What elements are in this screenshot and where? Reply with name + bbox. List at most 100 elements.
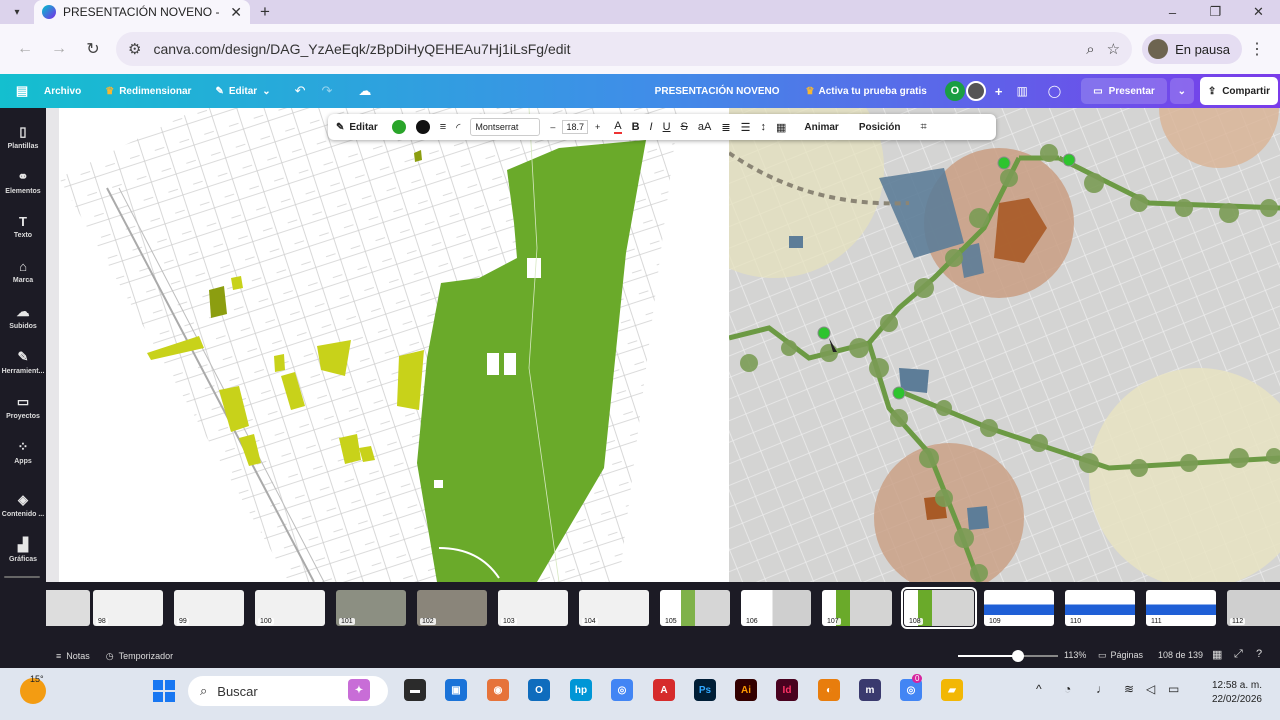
copilot-app-icon[interactable]: ✦ xyxy=(348,679,370,701)
transparency-icon[interactable]: ▦ xyxy=(776,121,786,134)
insights-icon[interactable]: ▥ xyxy=(1016,84,1027,98)
page-thumbnail[interactable]: 101 xyxy=(336,590,406,626)
page-thumbnail[interactable]: 99 xyxy=(174,590,244,626)
forward-arrow-icon[interactable]: → xyxy=(42,32,76,66)
tab-search-chevron-icon[interactable]: ▾ xyxy=(0,0,34,24)
sidebar-item-elements[interactable]: ⚭ Elementos xyxy=(0,169,46,195)
fullscreen-icon[interactable]: ⤢ xyxy=(1234,648,1243,661)
acrobat-icon[interactable]: A xyxy=(653,679,675,701)
page-thumbnail[interactable]: 111 xyxy=(1146,590,1216,626)
font-size-decrease[interactable]: – xyxy=(550,122,555,132)
sidebar-item-text[interactable]: T Texto xyxy=(0,214,46,239)
font-size-value[interactable]: 18.7 xyxy=(562,120,588,134)
wifi-icon[interactable]: ≋ xyxy=(1124,682,1134,696)
document-title[interactable]: PRESENTACIÓN NOVENO xyxy=(655,86,780,97)
land-use-map[interactable] xyxy=(59,108,729,582)
sidebar-toggle-icon[interactable]: ▤ xyxy=(0,83,44,99)
present-dropdown-icon[interactable]: ⌄ xyxy=(1169,78,1194,104)
font-size-increase[interactable]: + xyxy=(595,122,600,132)
bold-button[interactable]: B xyxy=(632,121,640,133)
sidebar-item-charts[interactable]: ▟ Gráficas xyxy=(0,537,46,563)
microphone-icon[interactable]: ♩ xyxy=(1096,682,1108,696)
profile-chip[interactable]: En pausa xyxy=(1142,34,1242,64)
position-button[interactable]: Posición xyxy=(859,122,901,133)
page-thumbnail[interactable]: 109 xyxy=(984,590,1054,626)
border-style-icon[interactable]: ≡ xyxy=(440,121,446,133)
task-view-icon[interactable]: ▬ xyxy=(404,679,426,701)
corner-rounding-icon[interactable]: ◜ xyxy=(456,121,460,134)
bookmark-star-icon[interactable]: ☆ xyxy=(1107,40,1120,58)
grid-view-icon[interactable]: ▦ xyxy=(1212,648,1222,661)
battery-icon[interactable]: ▭ xyxy=(1168,682,1179,696)
page-thumbnail[interactable]: 98 xyxy=(93,590,163,626)
sidebar-item-apps[interactable]: ⁘ Apps xyxy=(0,439,46,465)
zoom-magnifier-icon[interactable]: ⌕ xyxy=(1086,41,1094,58)
trial-button[interactable]: ♛ Activa tu prueba gratis xyxy=(806,86,927,97)
sidebar-item-templates[interactable]: ▯ Plantillas xyxy=(0,124,46,150)
volume-icon[interactable]: ◁ xyxy=(1146,682,1155,696)
align-center-icon[interactable]: ≣ xyxy=(721,121,730,134)
back-arrow-icon[interactable]: ← xyxy=(8,32,42,66)
url-bar[interactable]: ⚙ canva.com/design/DAG_YzAeEqk/zBpDiHyQE… xyxy=(116,32,1133,66)
sidebar-item-brand[interactable]: ⌂ Marca xyxy=(0,259,46,284)
share-button[interactable]: ⇪ Compartir xyxy=(1199,77,1278,105)
green-corridor-map[interactable] xyxy=(729,108,1280,582)
outlook-icon[interactable]: O xyxy=(528,679,550,701)
reload-icon[interactable]: ↻ xyxy=(76,32,110,66)
spacing-icon[interactable]: ↕ xyxy=(760,121,766,133)
file-menu[interactable]: Archivo xyxy=(44,86,81,97)
help-icon[interactable]: ? xyxy=(1256,648,1262,660)
magic-edit-button[interactable]: ✎ Editar xyxy=(336,122,378,133)
redo-icon[interactable]: ↷ xyxy=(321,83,332,99)
sidebar-item-content[interactable]: ◈ Contenido ... xyxy=(0,492,46,518)
zoom-slider[interactable] xyxy=(958,650,1058,662)
present-button[interactable]: ▭ Presentar xyxy=(1081,78,1167,104)
browser-menu-icon[interactable]: ⋮ xyxy=(1242,39,1272,59)
copy-style-icon[interactable]: ⌗ xyxy=(921,121,927,134)
url-text[interactable]: canva.com/design/DAG_YzAeEqk/zBpDiHyQEHE… xyxy=(153,41,1074,57)
new-tab-plus-icon[interactable]: + xyxy=(250,0,280,24)
undo-icon[interactable]: ↶ xyxy=(295,83,306,99)
indesign-icon[interactable]: Id xyxy=(776,679,798,701)
illustrator-icon[interactable]: Ai xyxy=(735,679,757,701)
photoshop-icon[interactable]: Ps xyxy=(694,679,716,701)
page-thumbnail-selected[interactable]: 108 xyxy=(901,587,977,629)
minimize-icon[interactable]: – xyxy=(1151,0,1194,24)
tray-overflow-icon[interactable]: ^ xyxy=(1036,682,1042,696)
font-family-select[interactable]: Montserrat xyxy=(470,118,541,136)
timer-button[interactable]: ◷ Temporizador xyxy=(106,651,173,662)
design-canvas[interactable] xyxy=(46,108,1280,582)
page-thumbnail[interactable]: 103 xyxy=(498,590,568,626)
restore-icon[interactable]: ❐ xyxy=(1194,0,1237,24)
stroke-color-swatch[interactable] xyxy=(415,120,430,134)
user-avatar[interactable] xyxy=(965,81,986,101)
fill-color-swatch[interactable] xyxy=(391,120,406,134)
animate-button[interactable]: Animar xyxy=(804,122,838,133)
browser-tab[interactable]: PRESENTACIÓN NOVENO - Pre ✕ xyxy=(34,0,250,24)
page-thumbnail[interactable]: 104 xyxy=(579,590,649,626)
sidebar-item-tools[interactable]: ✎ Herramient... xyxy=(0,349,46,375)
page-thumbnail[interactable]: 105 xyxy=(660,590,730,626)
cloud-save-icon[interactable]: ☁ xyxy=(358,83,371,99)
list-icon[interactable]: ☰ xyxy=(741,121,751,134)
notes-button[interactable]: ≡ Notas xyxy=(56,651,90,661)
tray-app-icon[interactable]: ◔ xyxy=(1064,682,1071,696)
resize-button[interactable]: ♛ Redimensionar xyxy=(105,86,191,97)
chrome-icon[interactable]: ◎ xyxy=(611,679,633,701)
page-thumbnail[interactable]: 106 xyxy=(741,590,811,626)
page-thumbnail[interactable]: 100 xyxy=(255,590,325,626)
sidebar-item-projects[interactable]: ▭ Proyectos xyxy=(0,394,46,420)
hp-icon[interactable]: hp xyxy=(570,679,592,701)
strikethrough-button[interactable]: S xyxy=(681,121,688,133)
collaborator-avatar[interactable]: O xyxy=(944,81,965,101)
windows-start-icon[interactable] xyxy=(153,680,175,702)
blender-icon[interactable]: ◐ xyxy=(818,679,840,701)
zoom-slider-handle[interactable] xyxy=(1012,650,1024,662)
system-clock[interactable]: 12:58 a. m. 22/02/2026 xyxy=(1198,679,1262,707)
page-thumbnail[interactable]: 102 xyxy=(417,590,487,626)
text-color-icon[interactable]: A xyxy=(614,120,622,134)
edit-menu[interactable]: ✎ Editar ⌄ xyxy=(215,86,270,97)
page-thumbnail[interactable] xyxy=(46,590,90,626)
page-thumbnail[interactable]: 107 xyxy=(822,590,892,626)
site-info-icon[interactable]: ⚙ xyxy=(128,40,141,58)
